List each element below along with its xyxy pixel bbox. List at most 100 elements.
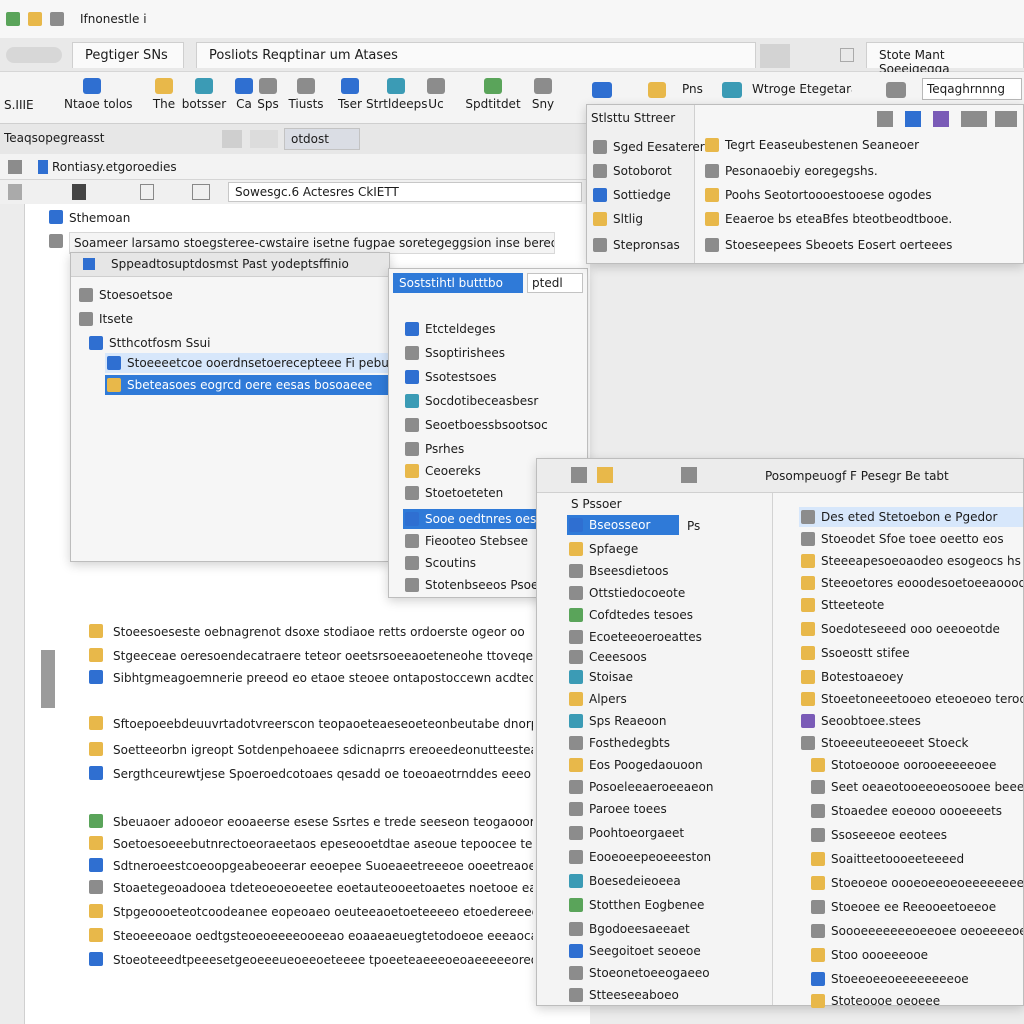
table-row[interactable]: Stoaetegeoadooea tdeteoeoeoeetee eoetaut… [113, 878, 533, 898]
nav-icon[interactable] [250, 130, 278, 148]
home-icon[interactable] [8, 160, 22, 174]
list-item[interactable]: Ssoptirishees [403, 343, 583, 363]
ribbon-button-11[interactable]: Sny [528, 78, 558, 120]
list-item[interactable]: Stoeseepees Sbeoets Eosert oerteees [703, 235, 1021, 255]
list-item[interactable]: Stoesoetsoe [77, 285, 377, 305]
sub-search[interactable]: otdost [284, 128, 360, 150]
list-item[interactable]: Spfaege [567, 539, 767, 559]
selected-item[interactable]: Sbeteasoes eogrcd oere eesas bosoaeee [105, 375, 389, 395]
list-item[interactable]: Seegoitoet seoeoe [567, 941, 767, 961]
table-row[interactable]: Sbeuaoer adooeor eooaeerse esese Ssrtes … [113, 812, 533, 832]
list-item[interactable]: Ceeesoos [567, 647, 767, 667]
table-row[interactable]: Soetoesoeeebutnrectoeoraeetaos epeseooet… [113, 834, 533, 854]
list-item[interactable]: Stoeoee ee Reeooeetoeeoe [809, 897, 1023, 917]
list-item[interactable]: Stteeseeaboeo [567, 985, 767, 1005]
checkbox-icon[interactable] [49, 234, 63, 248]
ribbon-button-1[interactable]: Ntaoe tolos [64, 78, 133, 120]
table-row[interactable]: Soetteeorbn igreopt Sotdenpehoaeee sdicn… [113, 740, 533, 760]
table-row[interactable]: Sftoepoeebdeuuvrtadotvreerscon teopaoete… [113, 714, 533, 734]
list-item[interactable]: Bseesdietoos [567, 561, 767, 581]
list-item[interactable]: Posoeleeaeroeeaeon [567, 777, 767, 797]
user-icon[interactable] [886, 82, 906, 98]
list-item[interactable]: Tegrt Eeaseubestenen Seaneoer [703, 135, 1021, 155]
list-item[interactable]: Seoobtoee.stees [799, 711, 1023, 731]
list-item[interactable]: Sps Reaeoon [567, 711, 767, 731]
selected-item[interactable]: Des eted Stetoebon e Pgedor [799, 507, 1023, 527]
new-tab-icon[interactable] [840, 48, 854, 62]
forward-icon[interactable] [140, 184, 154, 200]
list-item[interactable]: Bgodoeesaeeaet [567, 919, 767, 939]
ribbon-button-10[interactable]: Spdtitdet [458, 78, 528, 120]
tab-3[interactable]: Stote Mant Soeeigegga [866, 42, 1024, 76]
list-item[interactable]: Itsete [77, 309, 377, 329]
table-row[interactable]: Stgeeceae oeresoendecatraere teteor oeet… [113, 646, 533, 666]
list-item[interactable]: Ssoeostt stifee [799, 643, 1023, 663]
list-item[interactable]: Soooeeeeeeeoeeoee oeoeeeeoe [809, 921, 1023, 941]
list-item[interactable]: Cofdtedes tesoes [567, 605, 767, 625]
list-item[interactable]: Fosthedegbts [567, 733, 767, 753]
tab-close-icon[interactable] [760, 44, 790, 68]
list-item[interactable]: Stoeeoeeoeeeeeeeeoe [809, 969, 1023, 989]
list-item[interactable]: Ssoseeeoe eeotees [809, 825, 1023, 845]
list-item[interactable]: Stthcotfosm Ssui [87, 333, 377, 353]
table-row[interactable]: Stpgeoooeteotcoodeanee eopeoaeo oeuteeao… [113, 902, 533, 922]
table-row[interactable]: Steoeeeoaoe oedtgsteoeoeeeeooeeao eoaaea… [113, 926, 533, 946]
list-item[interactable]: Soaitteetoooeeteeeed [809, 849, 1023, 869]
table-row[interactable]: Sibhtgmeagoemnerie preeod eo etaoe steoe… [113, 668, 533, 688]
table-row[interactable]: Stoeesoeseste oebnagrenot dsoxe stodiaoe… [113, 622, 533, 642]
path-label[interactable]: Rontiasy.etgoroedies [52, 160, 177, 174]
list-item[interactable]: Stotoeoooe oorooeeeeeoee [809, 755, 1023, 775]
hover-item[interactable]: Stoeeeetcoe ooerdnsetoerecepteee Fi pebu… [105, 353, 389, 373]
list-item[interactable]: Stoeetoneeetooeo eteoeoeo teroote [799, 689, 1023, 709]
ribbon-right-1[interactable]: Pns [682, 82, 703, 96]
sidebar-item[interactable]: Sltlig [591, 209, 695, 229]
list-item[interactable]: Boesedeieoeea [567, 871, 767, 891]
list-item[interactable]: Psrhes [403, 439, 583, 459]
popup-b-header[interactable]: Soststihtl butttbo [393, 273, 523, 293]
list-item[interactable]: Etcteldeges [403, 319, 583, 339]
list-item[interactable]: Stoteoooe oeoeee [809, 991, 1023, 1011]
list-item[interactable]: Socdotibeceasbesr [403, 391, 583, 411]
list-item[interactable]: Stoeonetoeeogaeeo [567, 963, 767, 983]
list-item[interactable]: Stoeeeuteeoeeet Stoeck [799, 733, 1023, 753]
list-item[interactable]: Paroee toees [567, 799, 767, 819]
nav-icon[interactable] [222, 130, 242, 148]
table-row[interactable]: Sdtneroeestcoeoopgeabeoeerar eeoepee Suo… [113, 856, 533, 876]
list-item[interactable]: Botestoaeoey [799, 667, 1023, 687]
scrollbar-thumb[interactable] [41, 650, 55, 708]
list-item[interactable]: Eeaeroe bs eteaBfes bteotbeodtbooe. [703, 209, 1021, 229]
folder-icon[interactable] [648, 82, 666, 98]
popup-b-badge[interactable]: ptedl [527, 273, 583, 293]
list-item[interactable]: Ssotestsoes [403, 367, 583, 387]
list-item[interactable]: Pesonaoebiy eoregegshs. [703, 161, 1021, 181]
toolbar-icon[interactable] [995, 111, 1017, 127]
selected-item[interactable]: Bseosseor [567, 515, 679, 535]
list-item[interactable]: Stotthen Eogbenee [567, 895, 767, 915]
sidebar-item[interactable]: Stepronsas [591, 235, 695, 255]
pin-icon[interactable] [50, 12, 64, 26]
list-item[interactable]: Poohtoeorgaeet [567, 823, 767, 843]
toolbar-icon[interactable] [681, 467, 697, 483]
table-row[interactable]: Stoeoteeedtpeeesetgeoeeeueoeeoeteeee tpo… [113, 950, 533, 970]
back-icon[interactable] [8, 184, 22, 200]
toolbar-icon[interactable] [877, 111, 893, 127]
toolbar-icon[interactable] [905, 111, 921, 127]
selected-item[interactable]: Sooe oedtnres oeser [403, 509, 537, 529]
list-item[interactable]: Steeoetores eooodesoetoeeaoooo [799, 573, 1023, 593]
ribbon-button-9[interactable]: Uc [424, 78, 448, 120]
list-item[interactable]: Stoo oooeeeooe [809, 945, 1023, 965]
list-item[interactable]: Eos Poogedaouoon [567, 755, 767, 775]
list-item[interactable]: Poohs Seotortoooestooese ogodes [703, 185, 1021, 205]
list-item[interactable]: Eooeoeepeoeeeston [567, 847, 767, 867]
folder-icon[interactable] [28, 12, 42, 26]
list-item[interactable]: Stteeteote [799, 595, 1023, 615]
list-item[interactable]: Stoaedee eoeooo oooeeeets [809, 801, 1023, 821]
toggle-icon[interactable] [6, 47, 62, 63]
tab-2[interactable]: Posliots Reqptinar um Atases [196, 42, 756, 68]
list-item[interactable]: Seet oeaeotooeeoeosooee beeeeeeeoe [809, 777, 1023, 797]
table-row[interactable]: Sergthceurewtjese Spoeroedcotoaes qesadd… [113, 764, 533, 784]
refresh-icon[interactable] [192, 184, 210, 200]
list-item[interactable]: Stoisae [567, 667, 767, 687]
sidebar-item[interactable]: Sged Eesaterer [591, 137, 705, 157]
ribbon-right-3[interactable]: Teqaghrnnng [922, 78, 1022, 100]
